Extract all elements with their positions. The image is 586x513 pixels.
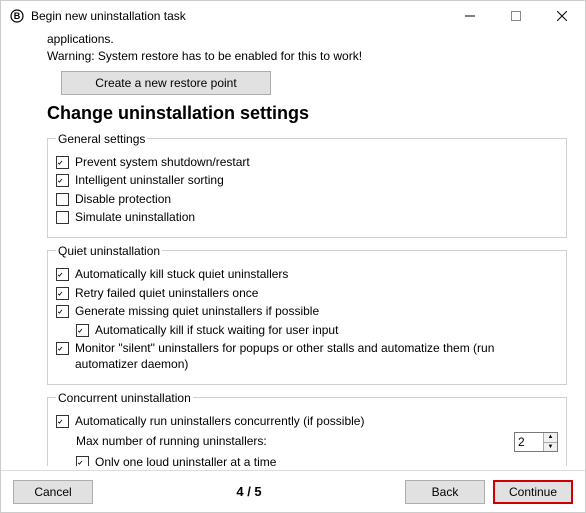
quiet-checkbox-4[interactable] [56, 342, 69, 355]
general-row-1[interactable]: Intelligent uninstaller sorting [56, 173, 558, 189]
auto-concurrent-label: Automatically run uninstallers concurren… [75, 414, 364, 430]
quiet-row-0[interactable]: Automatically kill stuck quiet uninstall… [56, 267, 558, 283]
only-one-loud-checkbox[interactable] [76, 456, 89, 466]
quiet-label-4: Monitor "silent" uninstallers for popups… [75, 341, 558, 372]
quiet-row-3[interactable]: Automatically kill if stuck waiting for … [76, 323, 558, 339]
footer: Cancel 4 / 5 Back Continue [1, 470, 585, 512]
cancel-button[interactable]: Cancel [13, 480, 93, 504]
titlebar: B Begin new uninstallation task [1, 1, 585, 31]
quiet-checkbox-3[interactable] [76, 324, 89, 337]
close-button[interactable] [539, 1, 585, 31]
quiet-label-2: Generate missing quiet uninstallers if p… [75, 304, 319, 320]
general-row-3[interactable]: Simulate uninstallation [56, 210, 558, 226]
general-row-0[interactable]: Prevent system shutdown/restart [56, 155, 558, 171]
quiet-label-0: Automatically kill stuck quiet uninstall… [75, 267, 288, 283]
max-uninstallers-spinner[interactable]: ▲ ▼ [514, 432, 558, 452]
concurrent-legend: Concurrent uninstallation [56, 391, 193, 405]
spinner-up[interactable]: ▲ [544, 433, 557, 443]
content-area: applications. Warning: System restore ha… [1, 31, 585, 466]
quiet-checkbox-0[interactable] [56, 268, 69, 281]
quiet-label-3: Automatically kill if stuck waiting for … [95, 323, 338, 339]
max-uninstallers-input[interactable] [515, 433, 543, 451]
only-one-loud-label: Only one loud uninstaller at a time [95, 455, 276, 466]
concurrent-uninstallation-group: Concurrent uninstallation Automatically … [47, 391, 567, 466]
general-checkbox-0[interactable] [56, 156, 69, 169]
quiet-legend: Quiet uninstallation [56, 244, 162, 258]
svg-text:B: B [14, 11, 21, 21]
app-icon: B [9, 8, 25, 24]
section-heading: Change uninstallation settings [47, 103, 567, 124]
quiet-uninstallation-group: Quiet uninstallation Automatically kill … [47, 244, 567, 385]
general-label-3: Simulate uninstallation [75, 210, 195, 226]
minimize-button[interactable] [447, 1, 493, 31]
general-checkbox-3[interactable] [56, 211, 69, 224]
quiet-checkbox-1[interactable] [56, 287, 69, 300]
general-label-2: Disable protection [75, 192, 171, 208]
max-uninstallers-label: Max number of running uninstallers: [76, 434, 514, 450]
general-legend: General settings [56, 132, 147, 146]
spinner-down[interactable]: ▼ [544, 443, 557, 452]
create-restore-point-button[interactable]: Create a new restore point [61, 71, 271, 95]
intro-line2: Warning: System restore has to be enable… [47, 48, 567, 65]
general-label-0: Prevent system shutdown/restart [75, 155, 250, 171]
quiet-checkbox-2[interactable] [56, 305, 69, 318]
back-button[interactable]: Back [405, 480, 485, 504]
intro-line1: applications. [47, 31, 567, 48]
page-indicator: 4 / 5 [236, 484, 261, 499]
maximize-button[interactable] [493, 1, 539, 31]
general-checkbox-2[interactable] [56, 193, 69, 206]
auto-concurrent-row[interactable]: Automatically run uninstallers concurren… [56, 414, 558, 430]
general-row-2[interactable]: Disable protection [56, 192, 558, 208]
general-settings-group: General settings Prevent system shutdown… [47, 132, 567, 238]
general-checkbox-1[interactable] [56, 174, 69, 187]
quiet-label-1: Retry failed quiet uninstallers once [75, 286, 258, 302]
quiet-row-1[interactable]: Retry failed quiet uninstallers once [56, 286, 558, 302]
auto-concurrent-checkbox[interactable] [56, 415, 69, 428]
quiet-row-4[interactable]: Monitor "silent" uninstallers for popups… [56, 341, 558, 372]
quiet-row-2[interactable]: Generate missing quiet uninstallers if p… [56, 304, 558, 320]
general-label-1: Intelligent uninstaller sorting [75, 173, 224, 189]
only-one-loud-row[interactable]: Only one loud uninstaller at a time [76, 455, 558, 466]
continue-button[interactable]: Continue [493, 480, 573, 504]
window-title: Begin new uninstallation task [31, 9, 447, 23]
